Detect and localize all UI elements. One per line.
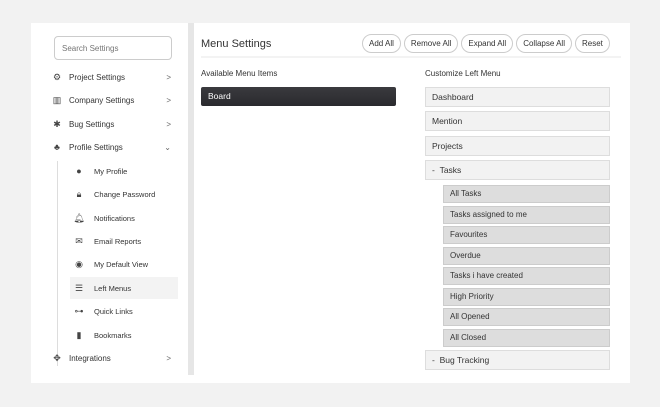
label: Notifications <box>94 213 135 223</box>
menu-item-mention[interactable]: Mention <box>425 111 610 131</box>
building-icon: ▥ <box>52 94 62 105</box>
label: Bookmarks <box>94 330 132 340</box>
chevron-right-icon: > <box>166 72 171 82</box>
sidebar-item-bug-settings[interactable]: ✱ Bug Settings > <box>51 113 171 135</box>
task-item[interactable]: High Priority <box>443 287 610 306</box>
tree-line <box>57 161 58 366</box>
sub-item-my-profile[interactable]: ● My Profile <box>70 160 178 182</box>
task-item[interactable]: Favourites <box>443 226 610 244</box>
search-settings-input[interactable] <box>54 36 172 60</box>
collapse-all-button[interactable]: Collapse All <box>516 34 572 53</box>
task-item[interactable]: All Opened <box>443 308 610 326</box>
sub-item-quick-links[interactable]: ⊶ Quick Links <box>70 300 178 322</box>
label: Change Password <box>94 189 156 199</box>
bug-icon: ✱ <box>53 118 61 129</box>
lock-icon: 🔒︎ <box>76 188 82 199</box>
remove-all-button[interactable]: Remove All <box>403 34 459 53</box>
label: Email Reports <box>94 236 142 246</box>
user-gear-icon: ♣ <box>54 142 60 152</box>
task-item[interactable]: All Tasks <box>443 185 610 203</box>
sub-item-bookmarks[interactable]: ▮ Bookmarks <box>70 324 178 346</box>
chevron-right-icon: > <box>166 95 171 105</box>
sub-item-change-password[interactable]: 🔒︎ Change Password <box>70 183 178 205</box>
available-menu-items-label: Available Menu Items <box>201 69 278 78</box>
panel-divider <box>188 23 194 375</box>
page-title: Menu Settings <box>201 38 272 50</box>
collapse-toggle[interactable]: - <box>432 165 435 175</box>
label: Left Menus <box>94 283 132 293</box>
customize-left-menu-label: Customize Left Menu <box>425 69 501 78</box>
settings-panel: ⚙ Project Settings > ▥ Company Settings > ✱ B… <box>31 23 630 383</box>
expand-all-button[interactable]: Expand All <box>461 34 514 53</box>
label: Integrations <box>69 353 111 363</box>
label: Quick Links <box>94 306 133 316</box>
collapse-toggle[interactable]: - <box>432 355 435 365</box>
sidebar-item-profile-settings[interactable]: ♣ Profile Settings ⌄ <box>51 136 171 158</box>
label: Bug Settings <box>69 119 115 129</box>
menu-item-bug-tracking[interactable]: - Bug Tracking <box>425 350 610 370</box>
envelope-icon: ✉ <box>75 235 83 246</box>
sub-item-email-reports[interactable]: ✉ Email Reports <box>70 230 178 252</box>
chevron-right-icon: > <box>166 119 171 129</box>
sub-item-my-default-view[interactable]: ◉ My Default View <box>70 253 178 275</box>
label: Project Settings <box>69 72 126 82</box>
sidebar-item-project-settings[interactable]: ⚙ Project Settings > <box>51 66 171 88</box>
menu-item-projects[interactable]: Projects <box>425 136 610 156</box>
link-icon: ⊶ <box>74 305 84 316</box>
sidebar-item-integrations[interactable]: ✥ Integrations > <box>51 347 171 369</box>
sub-item-notifications[interactable]: 🔔︎ Notifications <box>70 207 178 229</box>
task-item[interactable]: All Closed <box>443 328 610 347</box>
chevron-down-icon: ⌄ <box>164 142 171 152</box>
label: Tasks <box>439 165 462 175</box>
available-item-board[interactable]: Board <box>201 87 396 106</box>
user-icon: ● <box>76 166 82 176</box>
label: Company Settings <box>69 95 135 105</box>
menu-item-tasks[interactable]: - Tasks <box>425 160 610 180</box>
puzzle-icon: ✥ <box>53 352 61 363</box>
list-icon: ☰ <box>74 282 84 293</box>
gear-icon: ⚙ <box>52 71 62 82</box>
label: My Default View <box>94 259 149 269</box>
label: Profile Settings <box>69 142 123 152</box>
sub-item-left-menus[interactable]: ☰ Left Menus <box>70 277 178 299</box>
bookmark-icon: ▮ <box>76 329 82 340</box>
header-separator <box>201 56 621 58</box>
eye-icon: ◉ <box>75 258 83 269</box>
add-all-button[interactable]: Add All <box>362 34 401 53</box>
toolbar: Add All Remove All Expand All Collapse A… <box>362 34 610 53</box>
chevron-right-icon: > <box>166 353 171 363</box>
task-item[interactable]: Tasks assigned to me <box>443 205 610 224</box>
task-item[interactable]: Overdue <box>443 246 610 265</box>
task-item[interactable]: Tasks i have created <box>443 267 610 285</box>
bell-icon: 🔔︎ <box>73 212 85 223</box>
sidebar-item-company-settings[interactable]: ▥ Company Settings > <box>51 89 171 111</box>
label: Bug Tracking <box>439 355 490 365</box>
menu-item-dashboard[interactable]: Dashboard <box>425 87 610 107</box>
reset-button[interactable]: Reset <box>575 34 610 53</box>
label: My Profile <box>94 166 128 176</box>
